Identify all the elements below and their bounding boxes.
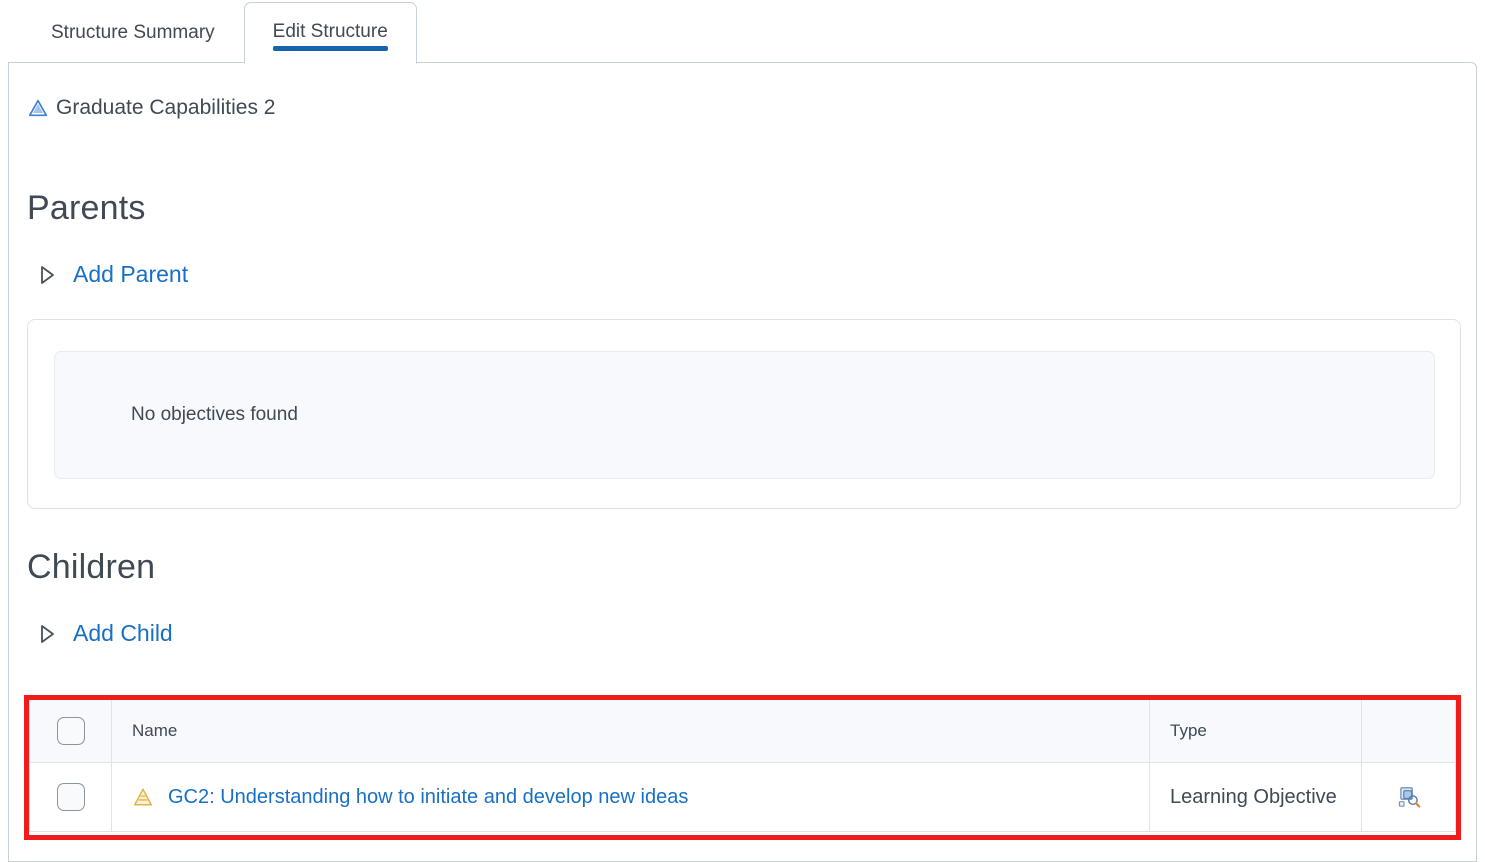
row-type-label: Learning Objective bbox=[1170, 785, 1337, 808]
children-table: Name Type GC2: Understanding how to init… bbox=[29, 700, 1456, 832]
tab-bar: Structure Summary Edit Structure bbox=[0, 0, 1485, 64]
tab-edit-structure-label: Edit Structure bbox=[272, 21, 388, 42]
parents-heading: Parents bbox=[27, 189, 146, 227]
add-child-label: Add Child bbox=[73, 620, 173, 646]
tab-edit-structure[interactable]: Edit Structure bbox=[243, 2, 417, 64]
row-select-cell bbox=[29, 762, 112, 832]
table-header: Name Type bbox=[29, 700, 1456, 763]
column-header-actions bbox=[1361, 700, 1456, 763]
row-actions-cell bbox=[1361, 762, 1456, 832]
parents-empty-card: No objectives found bbox=[27, 319, 1461, 509]
add-parent-button[interactable]: Add Parent bbox=[37, 261, 188, 288]
select-all-checkbox[interactable] bbox=[56, 717, 85, 745]
children-table-highlight: Name Type GC2: Understanding how to init… bbox=[24, 695, 1461, 840]
breadcrumb-label: Graduate Capabilities 2 bbox=[56, 96, 276, 119]
parents-empty-panel: No objectives found bbox=[54, 351, 1435, 479]
column-header-name-label: Name bbox=[132, 721, 178, 740]
objective-link[interactable]: GC2: Understanding how to initiate and d… bbox=[168, 786, 688, 809]
row-checkbox[interactable] bbox=[56, 783, 85, 811]
triangle-right-icon bbox=[37, 263, 57, 287]
preview-magnifier-icon[interactable] bbox=[1396, 784, 1422, 810]
column-header-name[interactable]: Name bbox=[111, 700, 1150, 763]
tab-active-indicator bbox=[272, 46, 388, 51]
row-type-cell: Learning Objective bbox=[1149, 762, 1362, 832]
triangle-outline-icon bbox=[27, 97, 49, 119]
table-body: GC2: Understanding how to initiate and d… bbox=[29, 762, 1456, 832]
row-name-cell: GC2: Understanding how to initiate and d… bbox=[111, 762, 1150, 832]
column-header-type[interactable]: Type bbox=[1149, 700, 1362, 763]
breadcrumb: Graduate Capabilities 2 bbox=[27, 96, 275, 120]
table-row: GC2: Understanding how to initiate and d… bbox=[29, 762, 1456, 832]
column-header-type-label: Type bbox=[1170, 721, 1207, 740]
tab-structure-summary[interactable]: Structure Summary bbox=[22, 2, 244, 64]
table-header-row: Name Type bbox=[29, 700, 1456, 763]
tab-structure-summary-label: Structure Summary bbox=[51, 22, 215, 43]
triangle-gold-objective-icon bbox=[132, 786, 154, 808]
children-heading: Children bbox=[27, 548, 156, 586]
add-child-button[interactable]: Add Child bbox=[37, 620, 173, 647]
add-parent-label: Add Parent bbox=[73, 261, 189, 287]
select-all-header bbox=[29, 700, 112, 763]
triangle-right-icon bbox=[37, 622, 57, 646]
parents-empty-message: No objectives found bbox=[131, 404, 298, 425]
